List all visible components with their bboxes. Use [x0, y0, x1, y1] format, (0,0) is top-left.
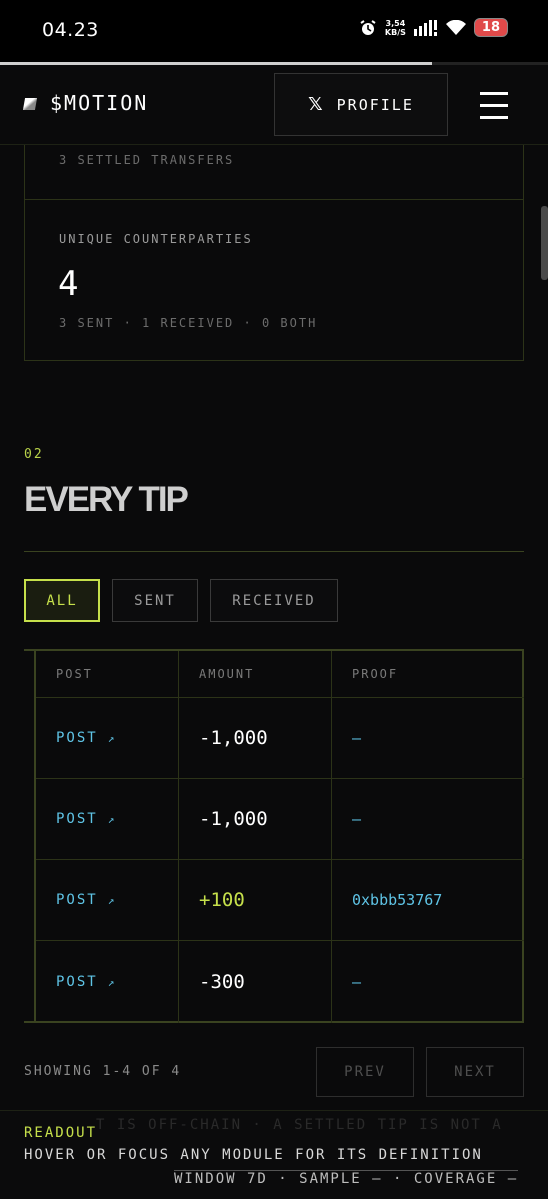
column-header-amount: AMOUNT — [179, 651, 332, 697]
battery-indicator: 18 — [473, 18, 508, 37]
profile-button[interactable]: 𝕏 PROFILE — [274, 73, 448, 136]
network-speed-value: 3,54 — [385, 18, 406, 28]
filter-received[interactable]: RECEIVED — [210, 579, 338, 622]
tip-proof: — — [352, 810, 362, 828]
table-row: POST ↗ +100 0xbbb53767 — [36, 860, 524, 941]
status-time: 04.23 — [42, 19, 99, 41]
tips-table: POST AMOUNT PROOF POST ↗ -1,000 — POST ↗ -… — [24, 649, 524, 1023]
post-link[interactable]: POST ↗ — [56, 811, 116, 827]
scrollbar-thumb[interactable] — [541, 206, 548, 280]
network-speed-unit: KB/S — [384, 27, 406, 37]
column-header-post: POST — [36, 651, 179, 697]
x-icon: 𝕏 — [308, 94, 325, 115]
filter-sent[interactable]: SENT — [112, 579, 198, 622]
profile-button-label: PROFILE — [336, 95, 414, 114]
counterparties-value: 4 — [58, 264, 79, 304]
counterparties-label: UNIQUE COUNTERPARTIES — [59, 232, 253, 246]
logo-icon — [22, 98, 38, 110]
tip-amount: +100 — [199, 889, 245, 911]
tip-proof: — — [352, 973, 362, 991]
tip-amount: -1,000 — [199, 727, 268, 749]
external-link-icon: ↗ — [107, 732, 117, 745]
post-link[interactable]: POST ↗ — [56, 892, 116, 908]
readout-label: READOUT — [24, 1125, 98, 1141]
section-number: 02 — [24, 447, 44, 462]
readout-background-text: T IS OFF-CHAIN · A SETTLED TIP IS NOT A — [96, 1117, 503, 1133]
table-header-row: POST AMOUNT PROOF — [36, 651, 524, 698]
column-header-proof: PROOF — [352, 667, 399, 681]
pagination-status: SHOWING 1-4 OF 4 — [24, 1064, 182, 1079]
signal-icon — [413, 19, 437, 36]
section-divider — [24, 551, 524, 552]
filter-all[interactable]: ALL — [24, 579, 100, 622]
status-icons: 3,54 KB/S 18 — [359, 18, 508, 37]
tip-amount: -300 — [199, 971, 245, 993]
tip-proof-link[interactable]: 0xbbb53767 — [352, 891, 442, 909]
settled-transfers-card: 3 SETTLED TRANSFERS — [24, 145, 524, 200]
external-link-icon: ↗ — [107, 813, 117, 826]
external-link-icon: ↗ — [107, 976, 117, 989]
next-page-button[interactable]: NEXT — [426, 1047, 524, 1097]
section-title: EVERY TIP — [24, 480, 189, 519]
alarm-icon — [360, 19, 376, 35]
table-row: POST ↗ -1,000 — — [36, 779, 524, 860]
table-row: POST ↗ -1,000 — — [36, 698, 524, 779]
readout-panel: T IS OFF-CHAIN · A SETTLED TIP IS NOT A … — [0, 1110, 548, 1199]
post-link[interactable]: POST ↗ — [56, 730, 116, 746]
settled-transfers-text: 3 SETTLED TRANSFERS — [59, 153, 235, 167]
logo-text[interactable]: $MOTION — [50, 91, 148, 115]
app-header: $MOTION 𝕏 PROFILE — [0, 65, 548, 145]
network-speed: 3,54 KB/S — [385, 19, 406, 37]
post-link[interactable]: POST ↗ — [56, 974, 116, 990]
readout-text: HOVER OR FOCUS ANY MODULE FOR ITS DEFINI… — [24, 1147, 483, 1163]
counterparties-breakdown: 3 SENT · 1 RECEIVED · 0 BOTH — [59, 316, 318, 330]
counterparties-card[interactable]: UNIQUE COUNTERPARTIES 4 3 SENT · 1 RECEI… — [24, 199, 524, 361]
prev-page-button[interactable]: PREV — [316, 1047, 414, 1097]
status-bar: 04.23 3,54 KB/S 18 — [0, 0, 548, 62]
external-link-icon: ↗ — [107, 894, 117, 907]
filter-tabs: ALL SENT RECEIVED — [24, 579, 338, 622]
hamburger-menu-icon[interactable] — [480, 92, 508, 119]
table-row: POST ↗ -300 — — [36, 941, 524, 1023]
tip-proof: — — [352, 729, 362, 747]
wifi-icon — [445, 19, 466, 35]
tip-amount: -1,000 — [199, 808, 268, 830]
readout-footer: WINDOW 7D · SAMPLE — · COVERAGE — — [174, 1170, 519, 1187]
